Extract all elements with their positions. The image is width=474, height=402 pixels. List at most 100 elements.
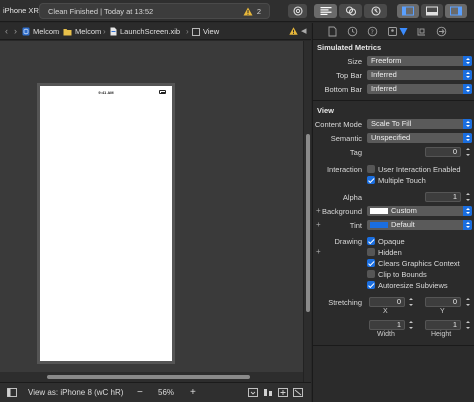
stretching-label: Stretching	[328, 298, 362, 307]
size-value: Freeform	[371, 56, 402, 65]
file-inspector-icon[interactable]	[327, 26, 338, 37]
identity-inspector-icon[interactable]	[387, 26, 398, 37]
launch-screen-view[interactable]: 9:41 AM	[40, 86, 172, 361]
multiple-touch-checkbox[interactable]	[367, 176, 375, 184]
navigator-toggle-button[interactable]	[397, 4, 419, 18]
stretch-height-stepper[interactable]	[464, 320, 471, 330]
horizontal-scroll-thumb[interactable]	[47, 375, 250, 379]
history-inspector-icon[interactable]	[347, 26, 358, 37]
status-text: Clean Finished | Today at 13:52	[48, 7, 154, 16]
content-mode-popup[interactable]: Scale To Fill	[367, 119, 472, 129]
library-button[interactable]	[288, 4, 307, 18]
document-outline-icon[interactable]	[7, 388, 17, 397]
alpha-stepper[interactable]	[464, 192, 471, 202]
stretch-x-stepper[interactable]	[407, 297, 414, 307]
warning-count: 2	[256, 7, 261, 16]
xib-file-icon	[110, 27, 117, 36]
device-frame[interactable]: 9:41 AM	[37, 83, 175, 364]
assistant-editor-button[interactable]	[339, 4, 362, 18]
warning-icon[interactable]	[243, 7, 253, 16]
tag-label: Tag	[349, 148, 362, 157]
user-interaction-label: User Interaction Enabled	[378, 165, 461, 174]
vertical-scrollbar[interactable]	[303, 41, 311, 382]
update-frames-icon[interactable]	[248, 388, 258, 397]
zoom-level[interactable]: 56%	[158, 387, 174, 398]
attributes-inspector-icon[interactable]	[398, 26, 409, 37]
align-icon[interactable]	[263, 388, 273, 397]
tint-popup[interactable]: Default	[367, 220, 472, 230]
crumb-view[interactable]: View	[192, 26, 219, 37]
semantic-value: Unspecified	[371, 133, 411, 142]
tint-value: Default	[391, 220, 415, 229]
connections-inspector-icon[interactable]	[436, 26, 447, 37]
add-constraints-icon[interactable]	[278, 388, 288, 397]
popup-arrows-icon	[463, 70, 472, 80]
popup-arrows-icon	[463, 133, 472, 143]
bottom-bar-popup[interactable]: Inferred	[367, 84, 472, 94]
zoom-in-button[interactable]: +	[190, 387, 196, 398]
top-bar-popup[interactable]: Inferred	[367, 70, 472, 80]
battery-icon	[159, 90, 166, 94]
tag-field[interactable]: 0	[425, 147, 461, 157]
crumb-file[interactable]: LaunchScreen.xib	[110, 26, 180, 37]
section-divider	[313, 345, 474, 346]
resolve-issues-icon[interactable]	[293, 388, 303, 397]
opaque-checkbox[interactable]	[367, 237, 375, 245]
bottom-bar-label: Bottom Bar	[324, 85, 362, 94]
add-background-variation-icon[interactable]: +	[316, 206, 321, 215]
stretch-y-stepper[interactable]	[464, 297, 471, 307]
stretch-y-field[interactable]: 0	[425, 297, 461, 307]
clip-bounds-checkbox[interactable]	[367, 270, 375, 278]
crumb-group-label: Melcom	[75, 27, 102, 36]
warning-icon[interactable]	[289, 27, 298, 35]
toolbar: iPhone XR Clean Finished | Today at 13:5…	[0, 0, 474, 22]
alpha-field[interactable]: 1	[425, 192, 461, 202]
scheme-device-selector[interactable]: iPhone XR	[0, 4, 42, 18]
stretch-x-field[interactable]: 0	[369, 297, 405, 307]
version-editor-button[interactable]	[364, 4, 387, 18]
crumb-group[interactable]: Melcom	[63, 26, 101, 37]
size-inspector-icon[interactable]	[416, 26, 427, 37]
assistant-icon	[345, 6, 356, 16]
svg-text:?: ?	[371, 29, 374, 36]
debug-toggle-button[interactable]	[421, 4, 443, 18]
height-caption: Height	[431, 331, 452, 338]
user-interaction-checkbox[interactable]	[367, 165, 375, 173]
zoom-out-button[interactable]: −	[137, 387, 143, 398]
semantic-popup[interactable]: Unspecified	[367, 133, 472, 143]
forward-arrow-icon[interactable]: ›	[14, 26, 17, 37]
drawing-label: Drawing	[334, 237, 362, 246]
alpha-label: Alpha	[342, 193, 362, 202]
add-editor-icon[interactable]: ◂	[301, 25, 307, 37]
crumb-project-label: Melcom	[33, 27, 60, 36]
crumb-file-label: LaunchScreen.xib	[120, 27, 181, 36]
hidden-label: Hidden	[378, 248, 402, 257]
standard-editor-button[interactable]	[314, 4, 337, 18]
hidden-checkbox[interactable]	[367, 248, 375, 256]
back-arrow-icon[interactable]: ‹	[5, 26, 8, 37]
canvas-bottom-bar: View as: iPhone 8 (wC hR) − 56% +	[0, 382, 311, 402]
y-caption: Y	[440, 308, 445, 315]
vertical-scroll-thumb[interactable]	[306, 134, 310, 312]
interface-builder-canvas[interactable]: 9:41 AM	[0, 41, 303, 382]
view-as-device-button[interactable]: View as: iPhone 8 (wC hR)	[28, 387, 123, 398]
horizontal-scrollbar[interactable]	[0, 372, 303, 382]
stretch-height-field[interactable]: 1	[425, 320, 461, 330]
popup-arrows-icon	[463, 220, 472, 230]
tint-swatch	[370, 222, 388, 228]
project-icon	[22, 27, 30, 36]
autoresize-checkbox[interactable]	[367, 281, 375, 289]
help-inspector-icon[interactable]: ?	[367, 26, 378, 37]
stretch-width-stepper[interactable]	[407, 320, 414, 330]
add-drawing-variation-icon[interactable]: +	[316, 247, 321, 256]
version-editor-icon	[370, 6, 381, 16]
tag-stepper[interactable]	[464, 147, 471, 157]
background-popup[interactable]: Custom	[367, 206, 472, 216]
inspector-toggle-button[interactable]	[445, 4, 467, 18]
clears-graphics-checkbox[interactable]	[367, 259, 375, 267]
stretch-width-field[interactable]: 1	[369, 320, 405, 330]
size-popup[interactable]: Freeform	[367, 56, 472, 66]
crumb-project[interactable]: Melcom	[22, 26, 59, 37]
add-tint-variation-icon[interactable]: +	[316, 220, 321, 229]
folder-icon	[63, 29, 72, 36]
